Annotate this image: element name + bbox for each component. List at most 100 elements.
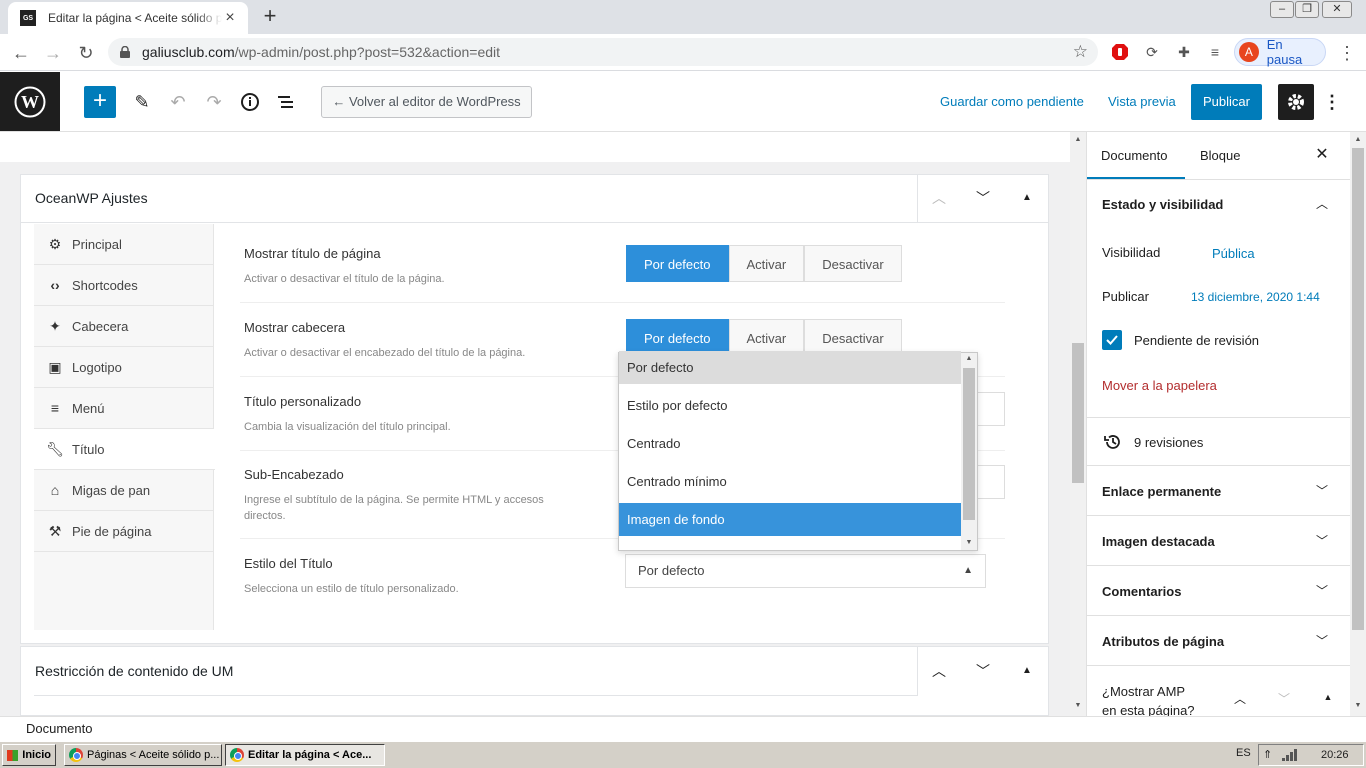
profile-button[interactable]: A En pausa [1234, 37, 1326, 67]
redo-icon[interactable]: ↷ [202, 90, 226, 114]
um-restriction-panel[interactable] [20, 646, 1049, 716]
collapse-triangle-icon[interactable]: ▲ [1015, 186, 1039, 210]
show-title-disable-button[interactable]: Desactivar [804, 245, 902, 282]
divider [1087, 565, 1350, 566]
sidebar-scroll-thumb[interactable] [1352, 148, 1364, 630]
taskbar-item-editar[interactable]: Editar la página < Ace... [225, 744, 385, 766]
move-down-chevron-icon[interactable]: ﹀ [971, 659, 995, 683]
title-style-select[interactable]: Por defecto ▲ [625, 554, 986, 588]
nav-item-titulo[interactable]: 🔧︎ Título [34, 429, 215, 470]
dropdown-option-selected[interactable]: Imagen de fondo [619, 503, 961, 536]
chevron-down-icon[interactable]: ﹀ [1312, 481, 1332, 501]
status-visibility-heading[interactable]: Estado y visibilidad [1102, 197, 1223, 212]
forward-arrow-icon[interactable]: → [42, 42, 64, 64]
close-sidebar-icon[interactable]: ✕ [1312, 145, 1332, 165]
show-title-default-button[interactable]: Por defecto [626, 245, 729, 282]
chevron-up-icon[interactable]: ︿ [1312, 194, 1332, 214]
content-scroll-thumb[interactable] [1072, 343, 1084, 483]
permalink-section[interactable]: Enlace permanente [1102, 484, 1221, 499]
address-bar[interactable]: galiusclub.com/wp-admin/post.php?post=53… [108, 38, 1098, 66]
nav-item-migas-de-pan[interactable]: ⌂ Migas de pan [34, 470, 213, 511]
dropdown-option[interactable]: Por defecto [619, 351, 961, 384]
code-extension-icon[interactable]: ⟳ [1141, 41, 1163, 63]
url-path: /wp-admin/post.php?post=532&action=edit [234, 44, 501, 60]
dropdown-option[interactable]: Estilo por defecto [619, 389, 961, 422]
settings-gear-icon[interactable] [1278, 84, 1314, 120]
nav-item-menu[interactable]: ≡ Menú [34, 388, 213, 429]
bookmark-star-icon[interactable]: ☆ [1073, 42, 1088, 62]
move-to-trash-link[interactable]: Mover a la papelera [1102, 378, 1217, 393]
close-window-icon[interactable]: ✕ [1322, 1, 1352, 18]
move-up-chevron-icon[interactable]: ︿ [1230, 690, 1250, 710]
publish-date-link[interactable]: 13 diciembre, 2020 1:44 [1191, 290, 1320, 304]
nav-item-cabecera[interactable]: ✦ Cabecera [34, 306, 213, 347]
settings-sidebar [1086, 132, 1350, 716]
subheading-input[interactable] [975, 465, 1005, 499]
scroll-up-icon[interactable]: ▲ [1352, 136, 1364, 146]
nav-item-principal[interactable]: ⚙ Principal [34, 224, 213, 265]
clock[interactable]: 20:26 [1321, 745, 1349, 765]
network-signal-icon[interactable] [1281, 748, 1299, 762]
show-title-label: Mostrar título de página [244, 246, 381, 261]
page-attributes-section[interactable]: Atributos de página [1102, 634, 1224, 649]
divider [1087, 465, 1350, 466]
new-tab-icon[interactable]: + [258, 5, 282, 29]
oceanwp-panel-header[interactable] [20, 174, 1049, 223]
collapse-triangle-icon[interactable]: ▲ [1318, 692, 1338, 712]
dropdown-scroll-thumb[interactable] [963, 368, 975, 520]
browser-tab[interactable]: GS Editar la página < Aceite sólido para… [8, 2, 248, 34]
minimize-icon[interactable]: – [1270, 1, 1294, 18]
more-options-icon[interactable]: ⋮ [1322, 90, 1342, 114]
revisions-link[interactable]: 9 revisiones [1134, 435, 1203, 450]
publish-button[interactable]: Publicar [1191, 84, 1262, 120]
puzzle-extension-icon[interactable]: ✚ [1173, 41, 1195, 63]
nav-item-logotipo[interactable]: ▣ Logotipo [34, 347, 213, 388]
nav-item-shortcodes[interactable]: ‹› Shortcodes [34, 265, 213, 306]
pending-review-checkbox[interactable] [1102, 330, 1122, 350]
chevron-down-icon[interactable]: ﹀ [1312, 531, 1332, 551]
visibility-value-link[interactable]: Pública [1212, 246, 1255, 261]
restore-icon[interactable]: ❐ [1295, 1, 1319, 18]
move-down-chevron-icon[interactable]: ﹀ [971, 186, 995, 210]
dropdown-option[interactable]: Centrado mínimo [619, 465, 961, 498]
preview-button[interactable]: Vista previa [1108, 94, 1176, 109]
show-title-enable-button[interactable]: Activar [728, 245, 805, 282]
taskbar-item-paginas[interactable]: Páginas < Aceite sólido p... [64, 744, 222, 766]
list-view-icon[interactable] [274, 90, 298, 114]
wordpress-logo-icon[interactable]: W [0, 72, 60, 131]
save-as-pending-button[interactable]: Guardar como pendiente [940, 94, 1084, 109]
add-block-button[interactable]: + [84, 86, 116, 118]
scroll-down-icon[interactable]: ▼ [963, 537, 975, 549]
tab-bloque[interactable]: Bloque [1200, 148, 1240, 163]
nav-item-pie-de-pagina[interactable]: ⚒ Pie de página [34, 511, 213, 552]
media-control-icon[interactable]: ≡ [1204, 41, 1226, 63]
breadcrumb-document[interactable]: Documento [26, 721, 92, 736]
collapse-triangle-icon[interactable]: ▲ [1015, 659, 1039, 683]
language-indicator[interactable]: ES [1236, 747, 1251, 759]
scroll-down-icon[interactable]: ▼ [1352, 702, 1364, 712]
edit-pencil-icon[interactable]: ✎ [130, 90, 154, 114]
move-up-chevron-icon[interactable]: ︿ [927, 659, 951, 683]
custom-title-input[interactable] [975, 392, 1005, 426]
tray-arrow-icon[interactable]: ⇑ [1263, 745, 1272, 765]
reload-icon[interactable]: ↻ [75, 42, 97, 64]
info-icon[interactable] [238, 90, 262, 114]
browser-menu-icon[interactable]: ⋮ [1336, 42, 1358, 64]
scroll-up-icon[interactable]: ▲ [1072, 136, 1084, 146]
featured-image-section[interactable]: Imagen destacada [1102, 534, 1215, 549]
scroll-up-icon[interactable]: ▲ [963, 353, 975, 365]
move-down-chevron-icon[interactable]: ﹀ [1274, 690, 1294, 710]
undo-icon[interactable]: ↶ [166, 90, 190, 114]
chevron-down-icon[interactable]: ﹀ [1312, 581, 1332, 601]
scroll-down-icon[interactable]: ▼ [1072, 702, 1084, 712]
move-up-chevron-icon[interactable]: ︿ [927, 186, 951, 210]
dropdown-option[interactable]: Centrado [619, 427, 961, 460]
chevron-down-icon[interactable]: ﹀ [1312, 631, 1332, 651]
close-tab-icon[interactable]: × [222, 10, 238, 26]
comments-section[interactable]: Comentarios [1102, 584, 1181, 599]
start-button[interactable]: Inicio [2, 744, 56, 766]
adblock-extension-icon[interactable] [1109, 41, 1131, 63]
back-arrow-icon[interactable]: ← [10, 42, 32, 64]
back-to-wp-editor-button[interactable]: ← Volver al editor de WordPress [321, 86, 532, 118]
tab-documento[interactable]: Documento [1101, 148, 1167, 163]
